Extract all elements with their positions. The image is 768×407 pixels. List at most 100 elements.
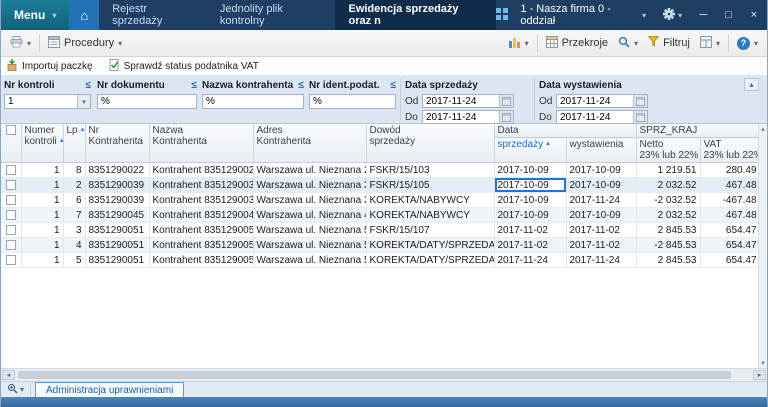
col-header-nr-kontrahenta[interactable]: Nr Kontrahenta [85, 124, 149, 163]
cell-dowod[interactable]: KOREKTA/DATY/SPRZEDAŻY [366, 253, 494, 268]
nr-kontroli-input[interactable] [5, 95, 77, 108]
col-header-vat[interactable]: VAT 23% lub 22% [700, 138, 758, 163]
cell-nr[interactable]: 8351290022 [85, 163, 149, 178]
col-header-netto[interactable]: Netto 23% lub 22% [636, 138, 700, 163]
cell-dowod[interactable]: KOREKTA/NABYWCY [366, 208, 494, 223]
vertical-scrollbar[interactable]: ▴ ▾ [758, 124, 767, 368]
col-header-lp[interactable]: Lp▲2 [63, 124, 85, 163]
col-header-data-wystawienia[interactable]: wystawienia [566, 138, 636, 163]
cell-netto[interactable]: 2 845.53 [636, 253, 700, 268]
cell-adres[interactable]: Warszawa ul. Nieznana 45 [253, 208, 366, 223]
cell-data-sprzedazy[interactable]: 2017-11-02 [494, 223, 566, 238]
cell-dowod[interactable]: FSKR/15/107 [366, 223, 494, 238]
cell-numer-kontroli[interactable]: 1 [21, 253, 63, 268]
cell-netto[interactable]: -2 032.52 [636, 193, 700, 208]
horizontal-scrollbar[interactable]: ◂ ▸ [1, 368, 767, 381]
table-row[interactable]: 168351290039Kontrahent 8351290039Warszaw… [1, 193, 758, 208]
row-checkbox[interactable] [6, 240, 16, 250]
cell-nr[interactable]: 8351290051 [85, 223, 149, 238]
cell-nr[interactable]: 8351290039 [85, 178, 149, 193]
cell-data-wystawienia[interactable]: 2017-11-02 [566, 223, 636, 238]
cell-nazwa[interactable]: Kontrahent 8351290045 [149, 208, 253, 223]
row-checkbox[interactable] [6, 225, 16, 235]
scroll-left-button[interactable]: ◂ [2, 370, 15, 380]
help-button[interactable]: ? ▾ [732, 34, 763, 53]
cell-lp[interactable]: 7 [63, 208, 85, 223]
tab-jednolity-plik-kontrolny[interactable]: Jednolity plik kontrolny [207, 0, 336, 30]
cell-numer-kontroli[interactable]: 1 [21, 208, 63, 223]
scroll-right-button[interactable]: ▸ [753, 370, 766, 380]
cell-dowod[interactable]: KOREKTA/NABYWCY [366, 193, 494, 208]
cell-data-sprzedazy[interactable]: 2017-11-24 [494, 253, 566, 268]
table-row[interactable]: 138351290051Kontrahent 8351290051Warszaw… [1, 223, 758, 238]
tab-rejestr-sprzedazy[interactable]: Rejestr sprzedaży [99, 0, 207, 30]
data-wystawienia-do-input[interactable] [557, 111, 633, 123]
cell-adres[interactable]: Warszawa ul. Nieznana 51 [253, 238, 366, 253]
cell-nazwa[interactable]: Kontrahent 8351290022 [149, 163, 253, 178]
cell-netto[interactable]: 2 845.53 [636, 223, 700, 238]
cell-lp[interactable]: 8 [63, 163, 85, 178]
table-row[interactable]: 128351290039Kontrahent 8351290039Warszaw… [1, 178, 758, 193]
calendar-icon[interactable] [633, 111, 647, 123]
chart-button[interactable]: ▾ [504, 33, 534, 54]
operator-button[interactable]: ≤ [192, 80, 198, 91]
cell-dowod[interactable]: FSKR/15/105 [366, 178, 494, 193]
nazwa-kontrahenta-input[interactable] [203, 95, 303, 108]
search-button[interactable]: ▾ [613, 33, 643, 54]
cell-lp[interactable]: 4 [63, 238, 85, 253]
operator-button[interactable]: ≤ [299, 80, 305, 91]
cell-adres[interactable]: Warszawa ul. Nieznana 39 [253, 193, 366, 208]
col-header-data-sprzedazy[interactable]: sprzedaży▲ [494, 138, 566, 163]
company-selector[interactable]: 1 - Nasza firma 0 - oddział ▾ [515, 0, 651, 30]
cell-netto[interactable]: 1 219.51 [636, 163, 700, 178]
cell-adres[interactable]: Warszawa ul. Nieznana 39 [253, 178, 366, 193]
cell-data-sprzedazy[interactable]: 2017-10-09 [494, 208, 566, 223]
filtruj-button[interactable]: Filtruj [643, 33, 695, 53]
cell-numer-kontroli[interactable]: 1 [21, 238, 63, 253]
cell-vat[interactable]: 654.47 [700, 253, 758, 268]
cell-vat[interactable]: 654.47 [700, 238, 758, 253]
row-checkbox[interactable] [6, 165, 16, 175]
cell-netto[interactable]: 2 032.52 [636, 208, 700, 223]
data-sprzedazy-od-input[interactable] [423, 95, 499, 107]
minimize-button[interactable]: ─ [694, 7, 712, 23]
table-row[interactable]: 188351290022Kontrahent 8351290022Warszaw… [1, 163, 758, 178]
cell-lp[interactable]: 3 [63, 223, 85, 238]
cell-dowod[interactable]: KOREKTA/DATY/SPRZEDAŻY [366, 238, 494, 253]
table-row[interactable]: 178351290045Kontrahent 8351290045Warszaw… [1, 208, 758, 223]
cell-data-wystawienia[interactable]: 2017-10-09 [566, 208, 636, 223]
procedury-button[interactable]: Procedury ▾ [43, 33, 127, 54]
col-header-nazwa-kontrahenta[interactable]: Nazwa Kontrahenta [149, 124, 253, 163]
cell-nr[interactable]: 8351290039 [85, 193, 149, 208]
cell-numer-kontroli[interactable]: 1 [21, 223, 63, 238]
col-header-numer-kontroli[interactable]: Numer kontroli▲1 [21, 124, 63, 163]
scroll-up-icon[interactable]: ▴ [761, 125, 765, 133]
data-wystawienia-od-input[interactable] [557, 95, 633, 107]
cell-netto[interactable]: 2 032.52 [636, 178, 700, 193]
view-selector-button[interactable]: ▾ [1, 382, 31, 397]
cell-vat[interactable]: -467.48 [700, 193, 758, 208]
scrollbar-thumb[interactable] [18, 371, 731, 379]
nr-dokumentu-input[interactable] [98, 95, 196, 108]
table-row[interactable]: 158351290051Kontrahent 8351290051Warszaw… [1, 253, 758, 268]
row-checkbox[interactable] [6, 195, 16, 205]
cell-adres[interactable]: Warszawa ul. Nieznana 22 [253, 163, 366, 178]
cell-numer-kontroli[interactable]: 1 [21, 193, 63, 208]
check-vat-status-button[interactable]: Sprawdź status podatnika VAT [109, 59, 259, 74]
cell-numer-kontroli[interactable]: 1 [21, 163, 63, 178]
cell-data-sprzedazy[interactable]: 2017-10-09 [494, 178, 566, 193]
combo-dropdown-button[interactable]: ▾ [77, 95, 90, 108]
row-checkbox[interactable] [6, 180, 16, 190]
cell-data-wystawienia[interactable]: 2017-11-24 [566, 193, 636, 208]
cell-lp[interactable]: 5 [63, 253, 85, 268]
import-package-button[interactable]: Importuj paczkę [6, 59, 93, 74]
data-sprzedazy-do-input[interactable] [423, 111, 499, 123]
cell-vat[interactable]: 467.48 [700, 178, 758, 193]
nr-ident-input[interactable] [310, 95, 395, 108]
cell-nazwa[interactable]: Kontrahent 8351290051 [149, 238, 253, 253]
cell-data-wystawienia[interactable]: 2017-11-24 [566, 253, 636, 268]
cell-nazwa[interactable]: Kontrahent 8351290051 [149, 253, 253, 268]
cell-numer-kontroli[interactable]: 1 [21, 178, 63, 193]
cell-vat[interactable]: 280.49 [700, 163, 758, 178]
close-button[interactable]: × [745, 7, 763, 23]
